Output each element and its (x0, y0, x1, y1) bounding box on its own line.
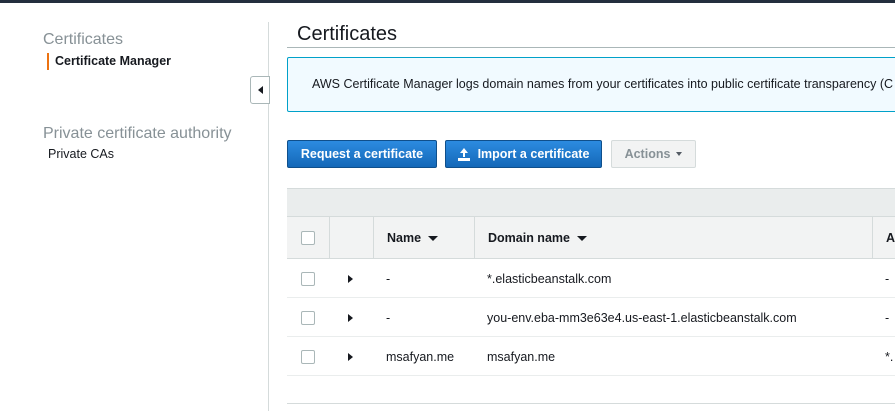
caret-down-icon (676, 152, 683, 156)
request-certificate-label: Request a certificate (300, 147, 424, 161)
column-header-domain-label: Domain name (488, 231, 570, 245)
sidebar-item-private-cas[interactable]: Private CAs (48, 147, 114, 161)
import-certificate-label: Import a certificate (477, 147, 590, 161)
expand-right-icon[interactable] (348, 352, 353, 361)
page-title: Certificates (297, 23, 398, 45)
table-footer-divider (287, 403, 895, 404)
row-checkbox[interactable] (301, 349, 315, 364)
table-row[interactable]: msafyan.me msafyan.me *. (287, 337, 895, 376)
cell-domain: you-env.eba-mm3e63e4.us-east-1.elasticbe… (487, 310, 797, 325)
upload-icon (457, 147, 470, 161)
sidebar: Certificates Certificate Manager Private… (0, 3, 269, 411)
table-row[interactable]: - you-env.eba-mm3e63e4.us-east-1.elastic… (287, 298, 895, 337)
cell-additional: - (885, 310, 890, 325)
cell-name: - (386, 271, 391, 286)
sidebar-heading-certificates: Certificates (43, 31, 124, 48)
sidebar-item-certificate-manager[interactable]: Certificate Manager (47, 53, 171, 70)
collapse-sidebar-button[interactable] (250, 76, 270, 104)
cell-additional: - (885, 271, 890, 286)
sort-down-icon (576, 235, 587, 241)
title-divider (287, 47, 895, 48)
select-all-cell (301, 217, 315, 259)
cell-domain: *.elasticbeanstalk.com (487, 271, 612, 286)
column-header-additional-label: A (886, 231, 895, 245)
select-all-checkbox[interactable] (301, 231, 315, 245)
column-header-additional[interactable]: A (872, 217, 895, 259)
actions-label: Actions (624, 147, 671, 161)
sort-down-icon (428, 235, 439, 241)
table-toolbar (287, 188, 895, 216)
sidebar-heading-private-ca: Private certificate authority (43, 125, 232, 142)
column-header-name[interactable]: Name (373, 217, 474, 259)
request-certificate-button[interactable]: Request a certificate (287, 140, 437, 168)
cell-name: - (386, 310, 391, 325)
info-banner: AWS Certificate Manager logs domain name… (287, 57, 895, 112)
cell-domain: msafyan.me (487, 349, 556, 364)
column-header-name-label: Name (387, 231, 422, 245)
expand-column-header (329, 217, 373, 259)
column-header-domain[interactable]: Domain name (474, 217, 872, 259)
cell-additional: *. (885, 349, 894, 364)
row-checkbox[interactable] (301, 310, 315, 325)
expand-right-icon[interactable] (348, 313, 353, 322)
import-certificate-button[interactable]: Import a certificate (445, 140, 602, 168)
cell-name: msafyan.me (386, 349, 455, 364)
table-row[interactable]: - *.elasticbeanstalk.com - (287, 259, 895, 298)
row-checkbox[interactable] (301, 271, 315, 286)
info-banner-text: AWS Certificate Manager logs domain name… (312, 77, 894, 91)
expand-right-icon[interactable] (348, 274, 353, 283)
actions-dropdown[interactable]: Actions (611, 140, 696, 168)
collapse-left-icon (257, 86, 263, 94)
table-header: Name Domain name A (287, 216, 895, 259)
